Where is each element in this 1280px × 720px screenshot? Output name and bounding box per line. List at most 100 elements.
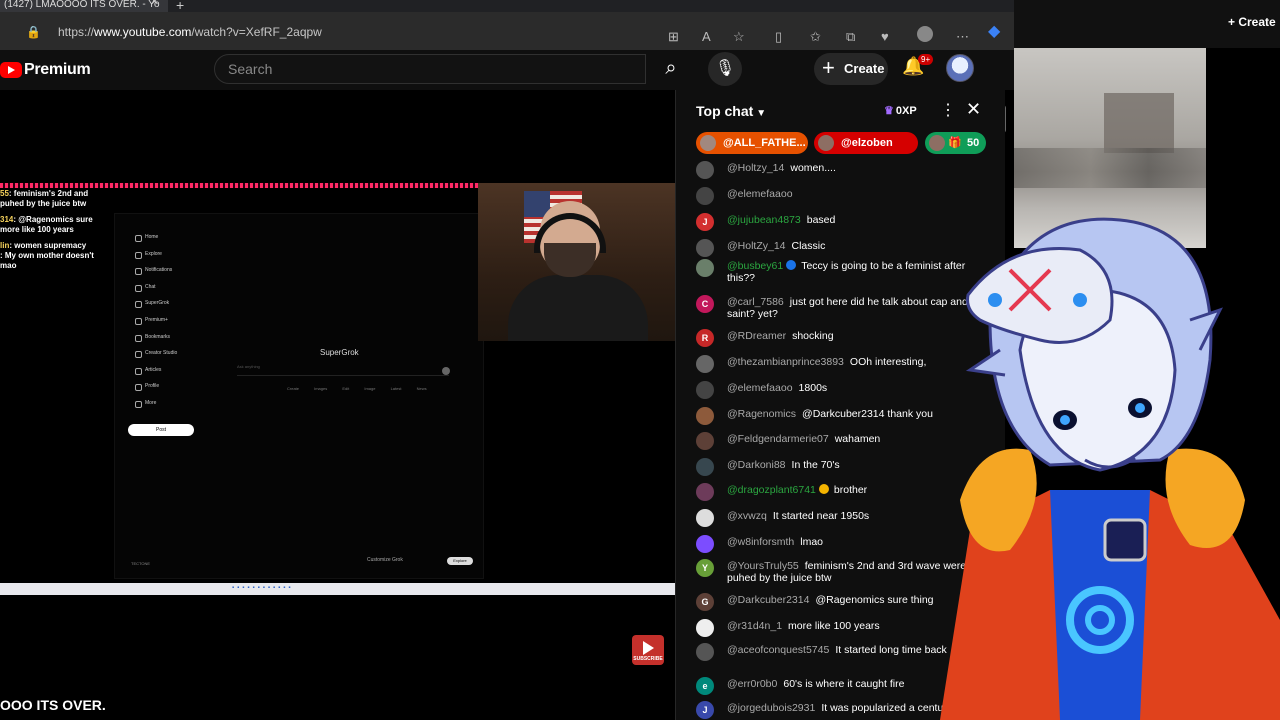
- chat-avatar[interactable]: [696, 355, 714, 373]
- grok-nav-item: Creator Studio: [131, 350, 211, 367]
- chat-avatar[interactable]: [696, 161, 714, 179]
- copilot-icon[interactable]: ◆: [988, 24, 1000, 40]
- chat-author[interactable]: @Ragenomics: [727, 408, 796, 420]
- chat-author[interactable]: @r31d4n_1: [727, 620, 782, 632]
- chat-text: It started near 1950s: [772, 510, 870, 522]
- chat-avatar[interactable]: Y: [696, 559, 714, 577]
- xp-badge[interactable]: ♛ 0XP: [884, 104, 917, 117]
- address-bar[interactable]: 🔒 https://www.youtube.com/watch?v=XefRF_…: [26, 20, 766, 44]
- chat-author[interactable]: @RDreamer: [727, 330, 786, 342]
- chat-avatar[interactable]: [696, 509, 714, 527]
- chat-author[interactable]: @aceofconquest5745: [727, 644, 829, 656]
- chat-author[interactable]: @jorgedubois2931: [727, 702, 815, 714]
- chat-avatar[interactable]: e: [696, 677, 714, 695]
- grok-nav-item: More: [131, 400, 211, 417]
- account-avatar[interactable]: [946, 54, 974, 82]
- chat-author[interactable]: @xvwzq: [727, 510, 767, 522]
- grok-nav-item: Explore: [131, 251, 211, 268]
- chat-author[interactable]: @Holtzy_14: [727, 162, 784, 174]
- chat-author[interactable]: @dragozplant6741: [727, 484, 816, 496]
- ticker-chip[interactable]: @elzoben: [814, 132, 918, 154]
- grok-customize: Customize Grok: [367, 557, 403, 563]
- chat-author[interactable]: @Darkcuber2314: [727, 594, 809, 606]
- youtube-logo[interactable]: Premium: [0, 60, 91, 80]
- subscribe-watermark[interactable]: SUBSCRIBE: [632, 635, 664, 665]
- chat-avatar[interactable]: [696, 187, 714, 205]
- chat-avatar[interactable]: [696, 407, 714, 425]
- chat-text: brother: [833, 484, 868, 496]
- chat-avatar[interactable]: [696, 432, 714, 450]
- subscribe-label: SUBSCRIBE: [633, 656, 663, 662]
- chat-avatar[interactable]: J: [696, 701, 714, 719]
- favorites-icon[interactable]: ✩: [810, 30, 821, 44]
- chat-author[interactable]: @carl_7586: [727, 296, 784, 308]
- grok-screen-capture: Home Explore Notifications Chat SuperGro…: [114, 213, 484, 579]
- chat-author[interactable]: @Feldgendarmerie07: [727, 433, 829, 445]
- chat-avatar[interactable]: J: [696, 213, 714, 231]
- overlay-chat-line: 314: @Ragenomics sure more like 100 years: [0, 215, 93, 234]
- chat-avatar[interactable]: C: [696, 295, 714, 313]
- chat-avatar[interactable]: [696, 259, 714, 277]
- chat-avatar[interactable]: [696, 239, 714, 257]
- stream-overlay-bar: [0, 183, 478, 188]
- chevron-down-icon: ▼: [756, 108, 767, 119]
- search-input[interactable]: Search: [214, 54, 646, 84]
- chat-avatar[interactable]: R: [696, 329, 714, 347]
- youtube-header: Premium Search ⌕ 🎙 + Create 🔔 9+: [0, 50, 1014, 133]
- chat-author[interactable]: @elemefaaoo: [727, 382, 793, 394]
- grok-nav-item: Articles: [131, 367, 211, 384]
- chat-avatar[interactable]: [696, 381, 714, 399]
- overlay-chat-line: 55: feminism's 2nd and puhed by the juice…: [0, 189, 89, 208]
- close-chat-icon[interactable]: ✕: [966, 99, 981, 120]
- browser-essentials-icon[interactable]: ♥: [881, 30, 889, 44]
- background-create-button[interactable]: + Create: [1228, 15, 1276, 29]
- chat-mode-dropdown[interactable]: Top chat ▼: [696, 103, 766, 119]
- grok-nav-item: Premium+: [131, 317, 211, 334]
- chat-text: 1800s: [798, 382, 828, 394]
- chat-author[interactable]: @busbey61: [727, 260, 783, 272]
- chat-author[interactable]: @Darkoni88: [727, 459, 786, 471]
- chat-avatar[interactable]: [696, 483, 714, 501]
- video-title: OOO ITS OVER.: [0, 697, 106, 713]
- ticker-chip[interactable]: 🎁 50: [925, 132, 986, 154]
- streamer-webcam: [478, 183, 675, 341]
- taskbar-icons: ▪▪▪▪▪▪▪▪▪▪▪▪: [232, 585, 294, 591]
- chat-avatar[interactable]: [696, 458, 714, 476]
- chat-author[interactable]: @jujubean4873: [727, 214, 801, 226]
- gift-icon: 🎁: [948, 137, 962, 149]
- chat-author[interactable]: @elemefaaoo: [727, 188, 793, 200]
- create-button[interactable]: + Create: [814, 53, 888, 85]
- search-icon[interactable]: ⌕: [646, 54, 696, 84]
- microphone-icon[interactable]: 🎙: [708, 52, 742, 86]
- chat-author[interactable]: @YoursTruly55: [727, 560, 799, 572]
- member-badge-icon: [786, 260, 797, 270]
- app-available-icon[interactable]: ⊞: [668, 30, 679, 44]
- chat-avatar[interactable]: [696, 619, 714, 637]
- browser-tab[interactable]: (1427) LMAOOOO ITS OVER. - Yo ✕: [0, 0, 168, 12]
- split-screen-icon[interactable]: ▯: [775, 30, 782, 44]
- profile-icon[interactable]: [917, 26, 933, 42]
- settings-menu-icon[interactable]: ⋯: [956, 30, 969, 44]
- grok-nav-item: Bookmarks: [131, 334, 211, 351]
- chip-avatar: [818, 135, 834, 151]
- site-info-icon[interactable]: 🔒: [26, 20, 41, 44]
- grok-post-button: Post: [128, 424, 194, 436]
- chat-text: lmao: [800, 536, 824, 548]
- chat-avatar[interactable]: [696, 643, 714, 661]
- grok-nav-item: Chat: [131, 284, 211, 301]
- chat-author[interactable]: @HoltZy_14: [727, 240, 786, 252]
- tab-title: (1427) LMAOOOO ITS OVER. - Yo: [4, 0, 160, 10]
- tab-close-icon[interactable]: ✕: [150, 0, 159, 8]
- captured-taskbar: ▪▪▪▪▪▪▪▪▪▪▪▪: [0, 583, 675, 595]
- chat-avatar[interactable]: G: [696, 593, 714, 611]
- more-options-icon[interactable]: ⋮: [940, 100, 956, 120]
- chat-avatar[interactable]: [696, 535, 714, 553]
- video-player[interactable]: 55: feminism's 2nd and puhed by the juice…: [0, 183, 675, 595]
- chat-author[interactable]: @w8inforsmth: [727, 536, 794, 548]
- chat-author[interactable]: @err0r0b0: [727, 678, 777, 690]
- collections-icon[interactable]: ⧉: [846, 30, 855, 44]
- ticker-chip[interactable]: @ALL_FATHE...: [696, 132, 808, 154]
- read-aloud-icon[interactable]: A: [702, 30, 711, 44]
- favorite-star-icon[interactable]: ☆: [733, 30, 745, 44]
- chat-author[interactable]: @thezambianprince3893: [727, 356, 844, 368]
